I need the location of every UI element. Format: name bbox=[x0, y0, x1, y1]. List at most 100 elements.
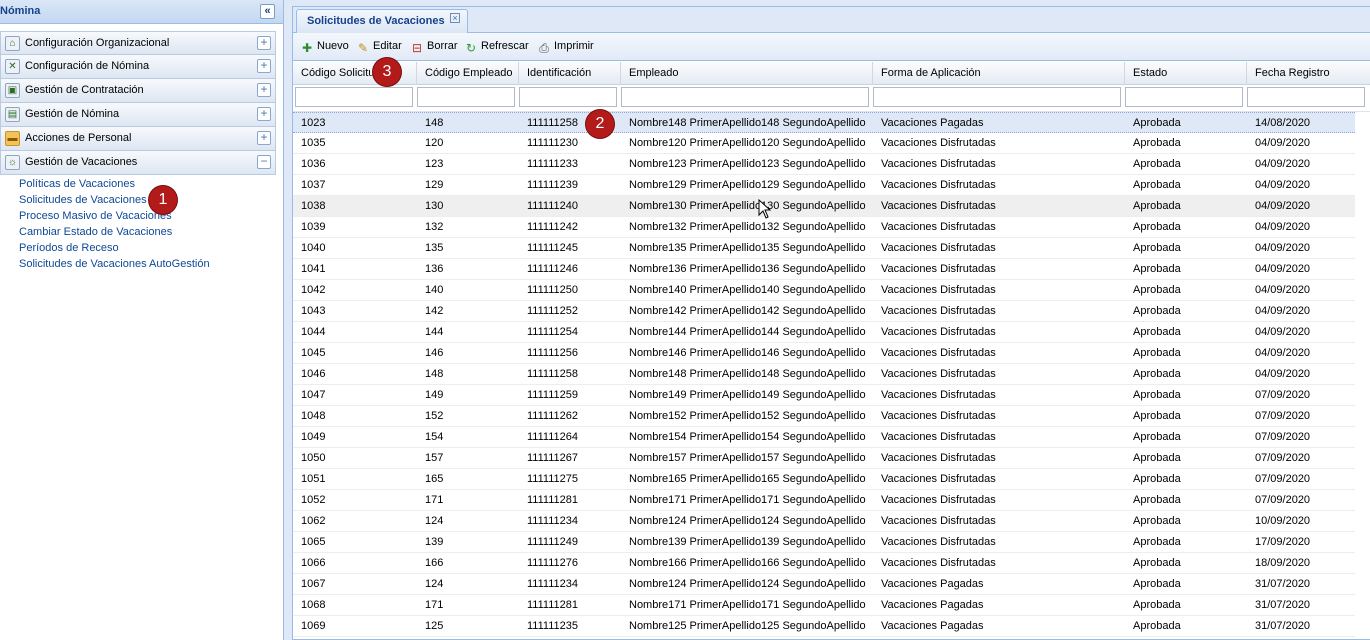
expand-icon[interactable]: + bbox=[257, 36, 271, 50]
close-icon[interactable]: × bbox=[450, 13, 460, 23]
cell-codigo-solicitud: 1035 bbox=[301, 137, 326, 149]
menu-item-configuracion-nomina[interactable]: ✕ Configuración de Nómina + bbox=[0, 55, 276, 79]
table-row[interactable]: 1052 171 111111281 Nombre171 PrimerApellido… bbox=[293, 490, 1355, 511]
menu-item-acciones-personal[interactable]: ▬ Acciones de Personal + bbox=[0, 127, 276, 151]
filter-forma-aplicacion-input[interactable] bbox=[873, 87, 1121, 107]
vacation-icon: ☼ bbox=[5, 155, 20, 170]
table-row[interactable]: 1048 152 111111262 Nombre152 PrimerApellido… bbox=[293, 406, 1355, 427]
column-header-codigo-empleado[interactable]: Código Empleado bbox=[417, 62, 519, 85]
filter-identificacion-input[interactable] bbox=[519, 87, 617, 107]
cell-fecha-registro: 14/08/2020 bbox=[1255, 117, 1311, 129]
cell-empleado: Nombre135 PrimerApellido135 SegundoApell… bbox=[629, 242, 866, 254]
table-row[interactable]: 1045 146 111111256 Nombre146 PrimerApellido… bbox=[293, 343, 1355, 364]
collapse-panel-button[interactable]: « bbox=[260, 4, 275, 19]
table-row[interactable]: 1041 136 111111246 Nombre136 PrimerApellido… bbox=[293, 259, 1355, 280]
table-row[interactable]: 1023 148 111111258 Nombre148 PrimerApellido… bbox=[293, 112, 1355, 133]
table-row[interactable]: 1035 120 111111230 Nombre120 PrimerApellido… bbox=[293, 133, 1355, 154]
table-row[interactable]: 1040 135 111111245 Nombre135 PrimerApellido… bbox=[293, 238, 1355, 259]
table-row[interactable]: 1067 124 111111234 Nombre124 PrimerApellido… bbox=[293, 574, 1355, 595]
submenu-solicitudes-vacaciones[interactable]: Solicitudes de Vacaciones bbox=[19, 192, 210, 208]
table-row[interactable]: 1049 154 111111264 Nombre154 PrimerApellido… bbox=[293, 427, 1355, 448]
cell-codigo-solicitud: 1069 bbox=[301, 620, 326, 632]
menu-item-gestion-contratacion[interactable]: ▣ Gestión de Contratación + bbox=[0, 79, 276, 103]
cell-forma-aplicacion: Vacaciones Disfrutadas bbox=[881, 179, 996, 191]
table-row[interactable]: 1042 140 111111250 Nombre140 PrimerApellido… bbox=[293, 280, 1355, 301]
edit-button[interactable]: ✎ Editar bbox=[356, 40, 402, 56]
cell-empleado: Nombre136 PrimerApellido136 SegundoApell… bbox=[629, 263, 866, 275]
cell-empleado: Nombre123 PrimerApellido123 SegundoApell… bbox=[629, 158, 866, 170]
refresh-button[interactable]: ↻ Refrescar bbox=[464, 40, 529, 56]
annotation-badge: 3 bbox=[373, 58, 401, 86]
collapse-icon[interactable]: − bbox=[257, 155, 271, 169]
submenu-periodos-receso[interactable]: Períodos de Receso bbox=[19, 240, 210, 256]
cell-codigo-empleado: 129 bbox=[425, 179, 444, 191]
cell-fecha-registro: 07/09/2020 bbox=[1255, 494, 1311, 506]
column-header-forma-aplicacion[interactable]: Forma de Aplicación bbox=[873, 62, 1125, 85]
cell-estado: Aprobada bbox=[1133, 347, 1181, 359]
new-button[interactable]: ✚ Nuevo bbox=[300, 40, 349, 56]
table-row[interactable]: 1037 129 111111239 Nombre129 PrimerApellido… bbox=[293, 175, 1355, 196]
expand-icon[interactable]: + bbox=[257, 83, 271, 97]
column-header-identificacion[interactable]: Identificación bbox=[519, 62, 621, 85]
table-row[interactable]: 1038 130 111111240 Nombre130 PrimerApellido… bbox=[293, 196, 1355, 217]
filter-codigo-empleado-input[interactable] bbox=[417, 87, 515, 107]
cell-fecha-registro: 04/09/2020 bbox=[1255, 347, 1311, 359]
filter-estado-input[interactable] bbox=[1125, 87, 1243, 107]
cell-estado: Aprobada bbox=[1133, 410, 1181, 422]
expand-icon[interactable]: + bbox=[257, 107, 271, 121]
cell-codigo-solicitud: 1047 bbox=[301, 389, 326, 401]
table-row[interactable]: 1043 142 111111252 Nombre142 PrimerApellido… bbox=[293, 301, 1355, 322]
tab-solicitudes-vacaciones[interactable]: Solicitudes de Vacaciones × bbox=[296, 9, 468, 33]
column-header-empleado[interactable]: Empleado bbox=[621, 62, 873, 85]
cell-fecha-registro: 07/09/2020 bbox=[1255, 410, 1311, 422]
cell-empleado: Nombre157 PrimerApellido157 SegundoApell… bbox=[629, 452, 866, 464]
table-row[interactable]: 1044 144 111111254 Nombre144 PrimerApellido… bbox=[293, 322, 1355, 343]
cell-codigo-empleado: 154 bbox=[425, 431, 444, 443]
cell-forma-aplicacion: Vacaciones Disfrutadas bbox=[881, 242, 996, 254]
table-row[interactable]: 1050 157 111111267 Nombre157 PrimerApellido… bbox=[293, 448, 1355, 469]
cell-forma-aplicacion: Vacaciones Disfrutadas bbox=[881, 452, 996, 464]
column-header-estado[interactable]: Estado bbox=[1125, 62, 1247, 85]
submenu-proceso-masivo[interactable]: Proceso Masivo de Vacaciones bbox=[19, 208, 210, 224]
print-button[interactable]: ⎙ Imprimir bbox=[537, 40, 594, 56]
expand-icon[interactable]: + bbox=[257, 131, 271, 145]
menu-item-gestion-nomina[interactable]: ▤ Gestión de Nómina + bbox=[0, 103, 276, 127]
table-row[interactable]: 1068 171 111111281 Nombre171 PrimerApellido… bbox=[293, 595, 1355, 616]
vacation-submenu: Políticas de Vacaciones Solicitudes de V… bbox=[19, 176, 210, 272]
cell-codigo-solicitud: 1040 bbox=[301, 242, 326, 254]
delete-button[interactable]: ⊟ Borrar bbox=[410, 40, 458, 56]
table-row[interactable]: 1036 123 111111233 Nombre123 PrimerApellido… bbox=[293, 154, 1355, 175]
filter-fecha-registro-input[interactable] bbox=[1247, 87, 1365, 107]
cell-empleado: Nombre165 PrimerApellido165 SegundoApell… bbox=[629, 473, 866, 485]
cell-codigo-empleado: 165 bbox=[425, 473, 444, 485]
menu-item-configuracion-organizacional[interactable]: ⌂ Configuración Organizacional + bbox=[0, 31, 276, 55]
table-row[interactable]: 1051 165 111111275 Nombre165 PrimerApellido… bbox=[293, 469, 1355, 490]
table-row[interactable]: 1039 132 111111242 Nombre132 PrimerApellido… bbox=[293, 217, 1355, 238]
cell-fecha-registro: 04/09/2020 bbox=[1255, 263, 1311, 275]
table-row[interactable]: 1062 124 111111234 Nombre124 PrimerApellido… bbox=[293, 511, 1355, 532]
cell-estado: Aprobada bbox=[1133, 599, 1181, 611]
table-row[interactable]: 1066 166 111111276 Nombre166 PrimerApellido… bbox=[293, 553, 1355, 574]
refresh-icon: ↻ bbox=[465, 41, 477, 55]
cell-codigo-solicitud: 1051 bbox=[301, 473, 326, 485]
cell-forma-aplicacion: Vacaciones Disfrutadas bbox=[881, 389, 996, 401]
submenu-solicitudes-autogestion[interactable]: Solicitudes de Vacaciones AutoGestión bbox=[19, 256, 210, 272]
table-row[interactable]: 1046 148 111111258 Nombre148 PrimerApellido… bbox=[293, 364, 1355, 385]
cell-codigo-solicitud: 1049 bbox=[301, 431, 326, 443]
requests-grid: Código Solicitud Código Empleado Identif… bbox=[293, 62, 1370, 637]
table-row[interactable]: 1065 139 111111249 Nombre139 PrimerApellido… bbox=[293, 532, 1355, 553]
submenu-politicas-vacaciones[interactable]: Políticas de Vacaciones bbox=[19, 176, 210, 192]
cell-identificacion: 111111239 bbox=[527, 179, 578, 191]
cell-codigo-empleado: 171 bbox=[425, 494, 444, 506]
cell-codigo-solicitud: 1045 bbox=[301, 347, 326, 359]
annotation-badge: 2 bbox=[586, 110, 614, 138]
submenu-cambiar-estado[interactable]: Cambiar Estado de Vacaciones bbox=[19, 224, 210, 240]
menu-item-gestion-vacaciones[interactable]: ☼ Gestión de Vacaciones − bbox=[0, 151, 276, 175]
filter-codigo-solicitud-input[interactable] bbox=[295, 87, 413, 107]
table-row[interactable]: 1069 125 111111235 Nombre125 PrimerApellido… bbox=[293, 616, 1355, 637]
table-row[interactable]: 1047 149 111111259 Nombre149 PrimerApellido… bbox=[293, 385, 1355, 406]
filter-empleado-input[interactable] bbox=[621, 87, 869, 107]
cell-fecha-registro: 07/09/2020 bbox=[1255, 431, 1311, 443]
column-header-fecha-registro[interactable]: Fecha Registro bbox=[1247, 62, 1370, 85]
expand-icon[interactable]: + bbox=[257, 59, 271, 73]
